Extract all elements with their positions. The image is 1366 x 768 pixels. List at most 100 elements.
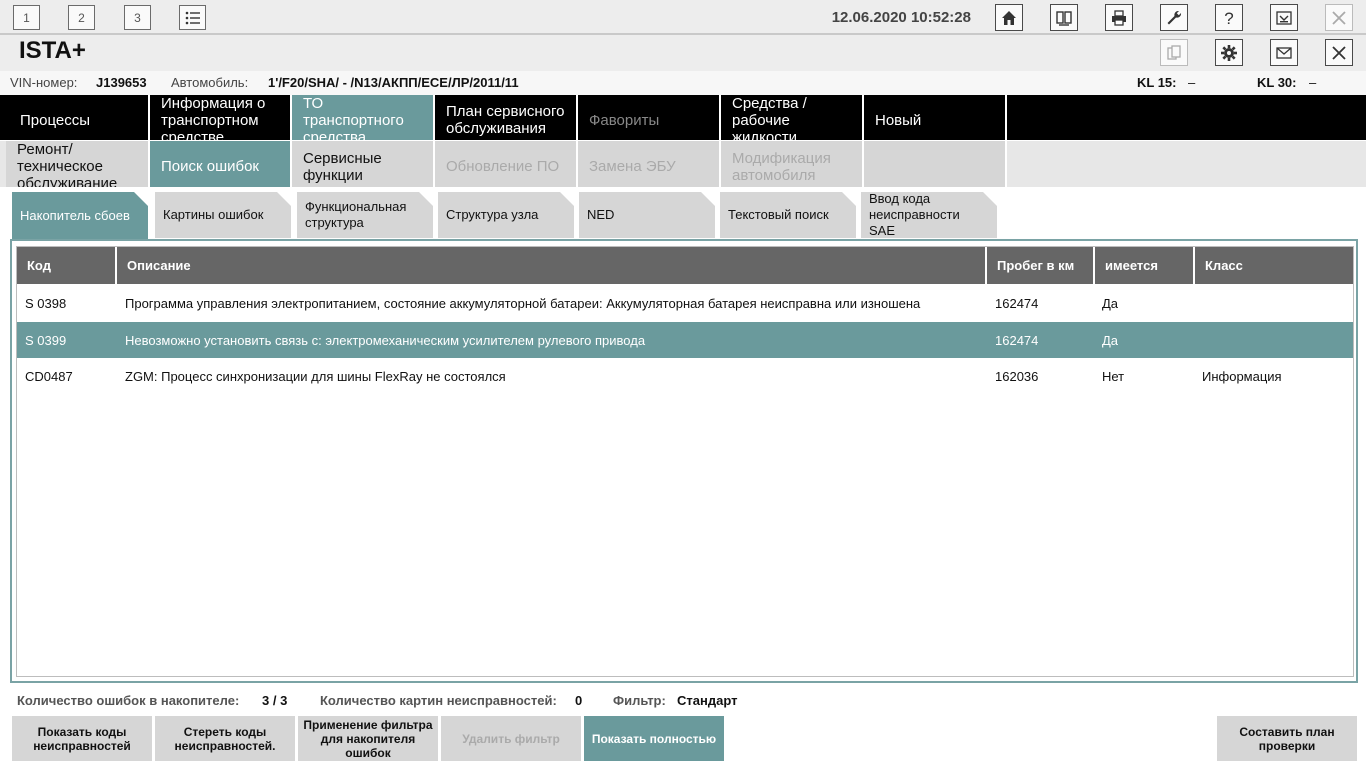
nav-favorites-label: Фавориты	[589, 111, 660, 129]
table-row[interactable]: S 0398 Программа управления электропитан…	[17, 285, 1353, 321]
cell-mileage: 162474	[995, 332, 1039, 348]
column-header-class[interactable]: Класс	[1195, 247, 1355, 284]
nav-vehicle-service[interactable]: ТО транспортного средства	[292, 95, 435, 140]
sub-navigation: Ремонт/ техническое обслуживание Поиск о…	[0, 141, 1366, 187]
cell-class: Информация	[1202, 368, 1282, 384]
tab-fault-pictures[interactable]: Картины ошибок	[155, 192, 291, 238]
table-row[interactable]: S 0399 Невозможно установить связь с: эл…	[17, 322, 1353, 358]
nav-processes[interactable]: Процессы	[0, 95, 150, 140]
envelope-icon	[1276, 46, 1292, 59]
cell-mileage: 162036	[995, 368, 1039, 384]
tab-ned[interactable]: NED	[579, 192, 715, 238]
cell-description: ZGM: Процесс синхронизации для шины Flex…	[125, 368, 506, 384]
tab-text-search[interactable]: Текстовый поиск	[720, 192, 856, 238]
vehicle-info-bar: VIN-номер: J139653 Автомобиль: 1'/F20/SH…	[0, 71, 1366, 95]
title-row: ISTA+	[0, 35, 1366, 71]
nav-vehicle-info[interactable]: Информация о транспортном средстве	[150, 95, 292, 140]
car-label: Автомобиль:	[171, 75, 249, 90]
kl30-label: KL 30:	[1257, 75, 1297, 90]
nav-new[interactable]: Новый	[864, 95, 1007, 140]
status-bar: Количество ошибок в накопителе: 3 / 3 Ко…	[0, 690, 1366, 712]
nav-service-plan[interactable]: План сервисного обслуживания	[435, 95, 578, 140]
tab-fault-memory[interactable]: Накопитель сбоев	[12, 192, 148, 240]
close-app-button[interactable]	[1325, 4, 1353, 31]
subnav-software-update[interactable]: Обновление ПО	[435, 141, 578, 187]
erase-fault-codes-label: Стереть коды неисправностей.	[174, 724, 276, 753]
book-swap-icon	[1056, 10, 1072, 26]
cell-code: S 0399	[25, 332, 67, 348]
nav-vehicle-service-label: ТО транспортного средства	[303, 95, 404, 140]
home-button[interactable]	[995, 4, 1023, 31]
cell-code: S 0398	[25, 295, 67, 311]
apply-filter-button[interactable]: Применение фильтра для накопителя ошибок	[298, 716, 438, 761]
car-value: 1'/F20/SHA/ - /N13/АКПП/ЕСЕ/ЛР/2011/11	[268, 75, 519, 90]
close-icon	[1332, 45, 1346, 60]
workspace-2-button[interactable]: 2	[68, 5, 95, 30]
pictures-count-value: 0	[575, 693, 583, 708]
wrench-icon	[1167, 10, 1182, 24]
minimize-button[interactable]	[1270, 4, 1298, 31]
cell-mileage: 162474	[995, 295, 1039, 311]
tab-fault-pictures-label: Картины ошибок	[163, 207, 264, 222]
tab-fault-memory-label: Накопитель сбоев	[20, 208, 130, 223]
column-header-mileage[interactable]: Пробег в км	[987, 247, 1095, 284]
message-button[interactable]	[1270, 39, 1298, 66]
table-header: Код Описание Пробег в км имеется Класс	[17, 247, 1353, 284]
create-test-plan-button[interactable]: Составить план проверки	[1217, 716, 1357, 761]
main-navigation: Процессы Информация о транспортном средс…	[0, 95, 1366, 140]
app-title: ISTA+	[19, 37, 86, 64]
kl30-value: –	[1309, 75, 1317, 90]
column-header-present[interactable]: имеется	[1095, 247, 1195, 284]
pictures-count-label: Количество картин неисправностей:	[320, 693, 557, 708]
subnav-service-functions-label: Сервисные функции	[303, 149, 382, 184]
subnav-fault-search[interactable]: Поиск ошибок	[150, 141, 292, 187]
column-header-code[interactable]: Код	[17, 247, 117, 284]
cell-description: Невозможно установить связь с: электроме…	[125, 332, 646, 348]
subnav-fault-search-label: Поиск ошибок	[161, 158, 259, 175]
nav-favorites[interactable]: Фавориты	[578, 95, 721, 140]
service-tools-button[interactable]	[1160, 4, 1188, 31]
subnav-repair[interactable]: Ремонт/ техническое обслуживание	[6, 141, 150, 187]
subnav-vehicle-modification[interactable]: Модификация автомобиля	[721, 141, 864, 187]
show-all-label: Показать полностью	[591, 731, 717, 746]
print-button[interactable]	[1105, 4, 1133, 31]
show-all-button[interactable]: Показать полностью	[584, 716, 724, 761]
documents-button[interactable]	[1160, 39, 1188, 66]
workspace-1-label: 1	[23, 10, 30, 25]
close-icon	[1332, 10, 1346, 25]
tab-functional-structure[interactable]: Функциональная структура	[297, 192, 433, 238]
tab-component-structure[interactable]: Структура узла	[438, 192, 574, 238]
column-header-description[interactable]: Описание	[117, 247, 987, 284]
subnav-vehicle-modification-label: Модификация автомобиля	[732, 149, 831, 184]
workspace-3-button[interactable]: 3	[124, 5, 151, 30]
printer-icon	[1112, 9, 1126, 26]
manual-button[interactable]	[1050, 4, 1078, 31]
cell-description: Программа управления электропитанием, со…	[125, 295, 921, 311]
tab-functional-structure-label: Функциональная структура	[305, 199, 407, 230]
subnav-service-functions[interactable]: Сервисные функции	[292, 141, 435, 187]
table-row[interactable]: CD0487 ZGM: Процесс синхронизации для ши…	[17, 358, 1353, 394]
cell-code: CD0487	[25, 368, 73, 384]
errors-count-value: 3 / 3	[262, 693, 288, 708]
show-fault-codes-button[interactable]: Показать коды неисправностей	[12, 716, 152, 761]
task-list-button[interactable]	[179, 5, 206, 30]
delete-filter-button[interactable]: Удалить фильтр	[441, 716, 581, 761]
workspace-1-button[interactable]: 1	[13, 5, 40, 30]
fault-table: Код Описание Пробег в км имеется Класс S…	[16, 246, 1354, 677]
documents-icon	[1167, 44, 1181, 60]
nav-fluids[interactable]: Средства / рабочие жидкости	[721, 95, 864, 140]
list-icon	[185, 11, 200, 24]
minimize-icon	[1276, 10, 1292, 25]
tab-component-structure-label: Структура узла	[446, 207, 539, 222]
errors-count-label: Количество ошибок в накопителе:	[17, 693, 240, 708]
erase-fault-codes-button[interactable]: Стереть коды неисправностей.	[155, 716, 295, 761]
close-session-button[interactable]	[1325, 39, 1353, 66]
settings-button[interactable]	[1215, 39, 1243, 66]
cell-present: Да	[1102, 295, 1119, 311]
datetime-display: 12.06.2020 10:52:28	[831, 9, 971, 26]
help-button[interactable]: ?	[1215, 4, 1243, 31]
delete-filter-label: Удалить фильтр	[462, 731, 560, 746]
tab-sae-code-input[interactable]: Ввод кода неисправности SAE	[861, 192, 997, 238]
subnav-ecu-replacement[interactable]: Замена ЭБУ	[578, 141, 721, 187]
subnav-repair-label: Ремонт/ техническое обслуживание	[17, 141, 118, 187]
